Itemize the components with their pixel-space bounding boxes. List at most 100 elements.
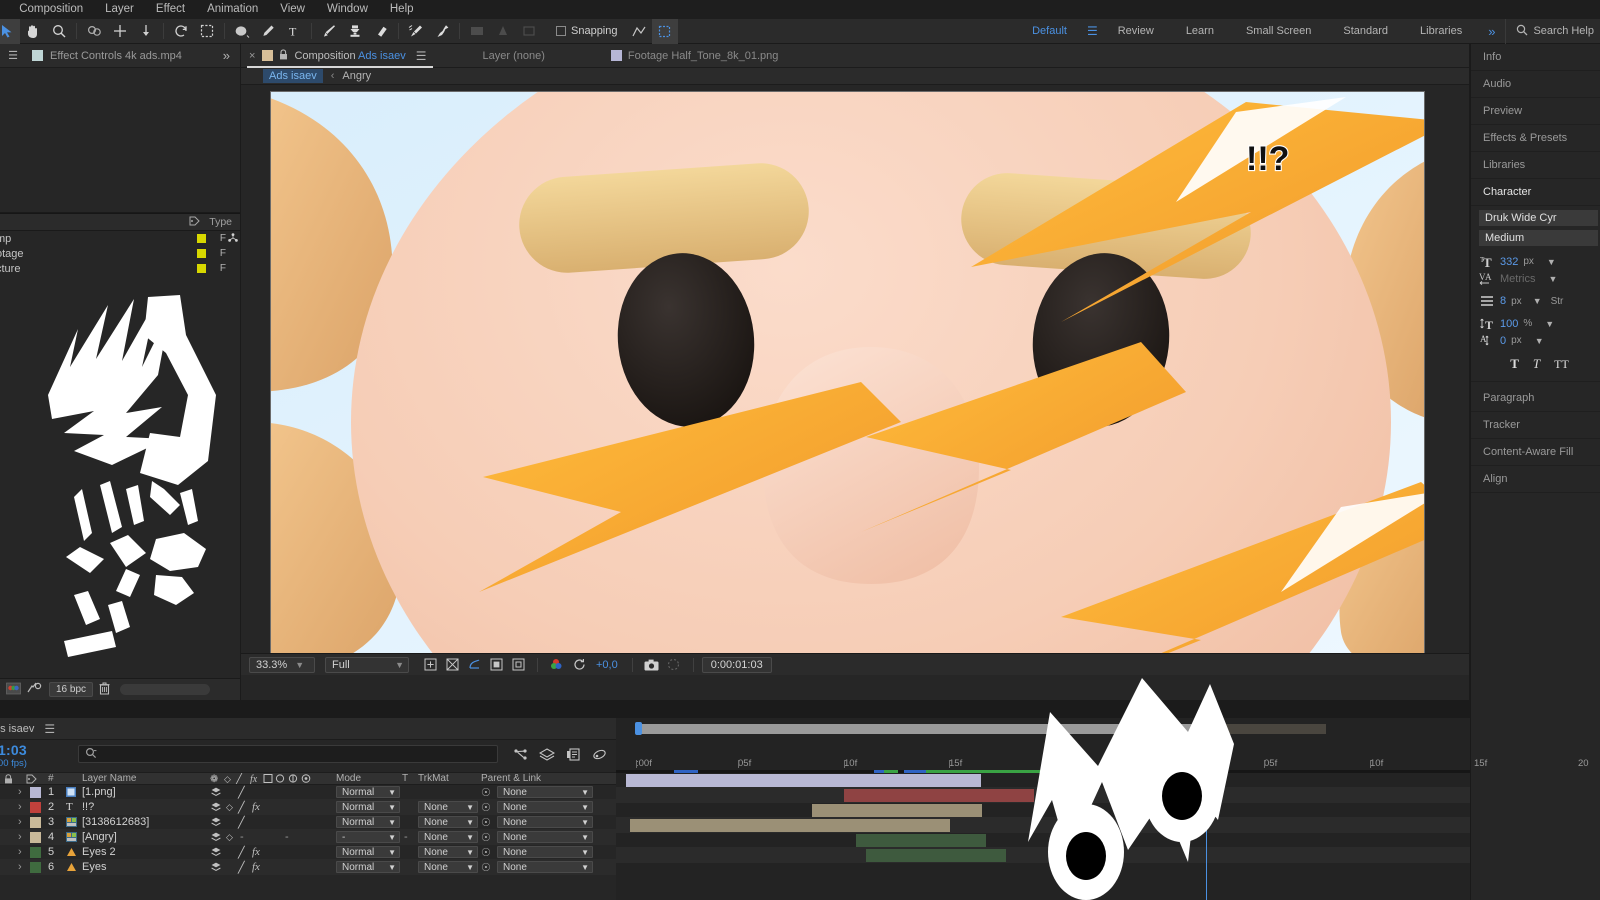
panel-preview[interactable]: Preview (1471, 98, 1600, 125)
all-caps-button[interactable]: TT (1554, 357, 1569, 372)
3d-switch-icon[interactable] (211, 800, 221, 815)
timeline-graph-area[interactable]: :00f 05f 10f 15f 20f 1:00f 05f 10f 15f 2… (616, 718, 1589, 900)
parent-select[interactable]: None ▼ (497, 846, 593, 858)
chevron-down-icon[interactable]: ▼ (1545, 319, 1554, 329)
tab-layer[interactable]: Layer (none) (475, 44, 553, 68)
project-row-footage[interactable]: otage F (0, 246, 240, 261)
workspace-standard[interactable]: Standard (1327, 19, 1404, 44)
3d-view-icon[interactable] (463, 656, 485, 674)
leading-value[interactable]: 8 (1500, 295, 1506, 307)
grid-guides-icon[interactable] (507, 656, 529, 674)
project-row-comp[interactable]: mp F (0, 231, 240, 246)
collapse-switch-icon[interactable]: ◇ (226, 800, 233, 815)
unified-camera-tool[interactable] (107, 19, 133, 44)
puppet-pin-tool[interactable] (429, 19, 455, 44)
label-color-swatch[interactable] (197, 234, 206, 243)
project-scrollbar[interactable] (120, 684, 211, 695)
trkmat-select[interactable]: None ▼ (418, 801, 478, 813)
vertical-scale-row[interactable]: T 100 % ▼ (1471, 314, 1600, 331)
timeline-search-input[interactable] (78, 745, 498, 763)
layer-color-swatch[interactable] (30, 816, 41, 828)
current-time-display[interactable]: 01:03 5.00 fps) (0, 740, 68, 769)
parent-select[interactable]: None ▼ (497, 831, 593, 843)
font-size-row[interactable]: TT 332 px ▼ (1471, 252, 1600, 269)
zoom-level-select[interactable]: 33.3% ▼ (249, 656, 315, 673)
project-row-picture[interactable]: cture F (0, 261, 240, 276)
mask-feather-tool[interactable] (464, 19, 490, 44)
take-snapshot-icon[interactable] (641, 656, 663, 674)
resolution-select[interactable]: Full ▼ (325, 656, 409, 673)
blend-mode-select[interactable]: - ▼ (336, 831, 400, 843)
blend-mode-select[interactable]: Normal ▼ (336, 846, 400, 858)
layer-bar[interactable] (866, 849, 1006, 862)
tab-effect-controls[interactable]: Effect Controls 4k ads.mp4 (26, 44, 188, 68)
baseline-shift-value[interactable]: 0 (1500, 335, 1506, 347)
parent-pickwhip-icon[interactable]: ☉ (481, 860, 491, 875)
expand-arrow-icon[interactable]: › (18, 830, 22, 845)
search-help[interactable]: Search Help (1505, 18, 1600, 44)
workspace-libraries[interactable]: Libraries (1404, 19, 1478, 44)
solo-switch-icon[interactable]: ╱ (238, 845, 245, 860)
workspace-overflow-icon[interactable]: » (1478, 24, 1505, 39)
column-tag-icon[interactable] (189, 216, 200, 229)
layer-color-swatch[interactable] (30, 861, 41, 873)
exposure-value[interactable]: +0,0 (590, 659, 624, 671)
parent-select[interactable]: None ▼ (497, 816, 593, 828)
baseline-shift-row[interactable]: A 0 px ▼ (1471, 331, 1600, 348)
menu-item-view[interactable]: View (269, 0, 316, 19)
layer-color-swatch[interactable] (30, 831, 41, 843)
selection-tool[interactable] (0, 18, 20, 44)
layer-name[interactable]: [1.png] (82, 785, 116, 800)
3d-switch-icon[interactable] (211, 815, 221, 830)
new-folder-icon[interactable] (27, 682, 43, 698)
chevron-down-icon[interactable]: ▼ (1547, 257, 1556, 267)
menu-item-effect[interactable]: Effect (145, 0, 196, 19)
panel-menu-icon[interactable]: ☰ (0, 49, 26, 62)
menu-item-layer[interactable]: Layer (94, 0, 145, 19)
blend-mode-select[interactable]: Normal ▼ (336, 861, 400, 873)
vertical-scale-value[interactable]: 100 (1500, 318, 1518, 330)
timeline-tab-label[interactable]: ds isaev (0, 723, 34, 735)
brush-tool[interactable] (316, 19, 342, 44)
label-color-swatch[interactable] (197, 249, 206, 258)
chevron-down-icon[interactable]: ▼ (1548, 274, 1557, 284)
layer-bar[interactable] (856, 834, 986, 847)
expand-arrow-icon[interactable]: › (18, 800, 22, 815)
solo-switch-icon[interactable]: ╱ (238, 785, 245, 800)
snapping-toggle[interactable]: Snapping (556, 25, 618, 37)
effects-switch-icon[interactable]: fx (252, 845, 260, 860)
timeline-row[interactable] (616, 803, 1470, 818)
parent-select[interactable]: None ▼ (497, 861, 593, 873)
timeline-panel-menu-icon[interactable]: ☰ (44, 722, 55, 736)
faux-bold-button[interactable]: T (1510, 356, 1519, 372)
collapse-switch-icon[interactable]: ◇ (226, 830, 233, 845)
parent-select[interactable]: None ▼ (497, 801, 593, 813)
motion-blur-icon[interactable] (586, 744, 612, 764)
snap-vertex-icon[interactable] (626, 19, 652, 44)
panel-tracker[interactable]: Tracker (1471, 412, 1600, 439)
viewer-timecode[interactable]: 0:00:01:03 (701, 656, 772, 673)
3d-switch-icon[interactable] (211, 845, 221, 860)
faux-italic-button[interactable]: T (1533, 356, 1540, 372)
parent-pickwhip-icon[interactable]: ☉ (481, 845, 491, 860)
3d-switch-icon[interactable] (211, 830, 221, 845)
layer-name[interactable]: !!? (82, 800, 94, 815)
workspace-review[interactable]: Review (1102, 19, 1170, 44)
eraser-tool[interactable] (368, 19, 394, 44)
reset-exposure-icon[interactable] (568, 656, 590, 674)
panel-effects-presets[interactable]: Effects & Presets (1471, 125, 1600, 152)
layer-bar[interactable] (626, 774, 981, 787)
blend-mode-select[interactable]: Normal ▼ (336, 801, 400, 813)
layer-color-swatch[interactable] (30, 846, 41, 858)
type-tool[interactable]: T (281, 19, 307, 44)
breadcrumb-child[interactable]: Angry (342, 70, 371, 82)
panel-character[interactable]: Character (1471, 179, 1600, 206)
panel-libraries[interactable]: Libraries (1471, 152, 1600, 179)
panel-info[interactable]: Info (1471, 44, 1600, 71)
font-size-value[interactable]: 332 (1500, 256, 1518, 268)
panel-align[interactable]: Align (1471, 466, 1600, 493)
current-time-indicator[interactable] (1206, 748, 1207, 900)
workspace-default[interactable]: Default (1016, 19, 1083, 44)
timeline-row[interactable] (616, 848, 1470, 863)
layer-color-swatch[interactable] (30, 786, 41, 798)
